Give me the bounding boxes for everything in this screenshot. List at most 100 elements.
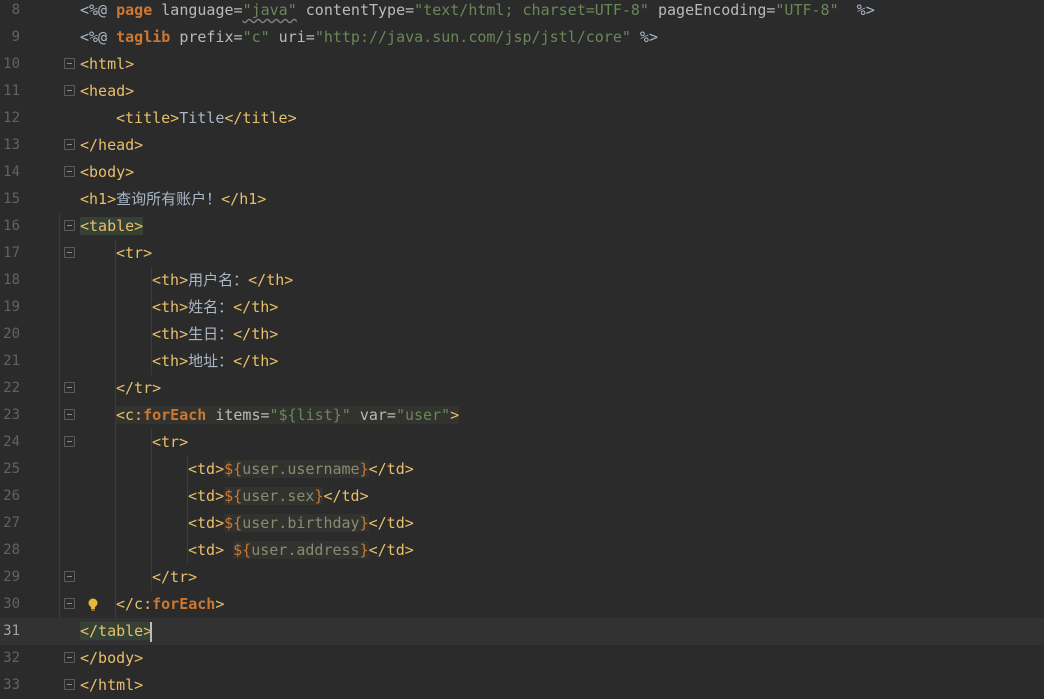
lightbulb-icon[interactable] [86, 597, 100, 612]
code-content[interactable]: <title>Title</title> [116, 105, 297, 132]
code-token: 姓名： [188, 298, 234, 316]
fold-toggle-icon[interactable] [64, 247, 75, 258]
fold-toggle-icon[interactable] [64, 382, 75, 393]
code-token: </c: [116, 595, 153, 613]
code-line[interactable]: 25 <td>${user.username}</td> [0, 456, 1044, 483]
code-token: </tr> [152, 568, 198, 586]
code-content[interactable]: </tr> [116, 375, 161, 402]
code-content[interactable]: <th>地址：</th> [152, 348, 278, 375]
code-content[interactable]: </tr> [152, 564, 197, 591]
code-content[interactable]: <td>${user.sex}</td> [188, 483, 369, 510]
code-token: </th> [233, 298, 279, 316]
code-content[interactable]: <th>用户名：</th> [152, 267, 293, 294]
code-line[interactable]: 31 </table> [0, 618, 1044, 645]
code-line[interactable]: 10 <html> [0, 51, 1044, 78]
line-number: 12 [3, 110, 20, 126]
code-line[interactable]: 15 <h1>查询所有账户！</h1> [0, 186, 1044, 213]
code-token: ${ [233, 541, 252, 559]
code-token: <th> [152, 325, 189, 343]
code-content[interactable]: <body> [80, 159, 134, 186]
code-token: taglib [116, 28, 180, 46]
code-line[interactable]: 13 </head> [0, 132, 1044, 159]
code-line[interactable]: 29 </tr> [0, 564, 1044, 591]
code-token: %> [838, 1, 875, 19]
fold-toggle-icon[interactable] [64, 652, 75, 663]
code-content[interactable]: <th>姓名：</th> [152, 294, 278, 321]
code-line[interactable]: 14 <body> [0, 159, 1044, 186]
code-token: </td> [323, 487, 369, 505]
line-number: 22 [3, 380, 20, 396]
code-content[interactable]: <head> [80, 78, 134, 105]
code-line[interactable]: 23 <c:forEach items="${list}" var="user"> [0, 402, 1044, 429]
code-token: <tr> [152, 433, 189, 451]
code-token: } [359, 514, 369, 532]
fold-toggle-icon[interactable] [64, 85, 75, 96]
code-line[interactable]: 16 <table> [0, 213, 1044, 240]
code-token: "UTF-8" [775, 1, 839, 19]
code-content[interactable]: <table> [80, 213, 144, 240]
code-content[interactable]: </c:forEach> [116, 591, 224, 618]
code-token: <table> [80, 217, 144, 235]
fold-toggle-icon[interactable] [64, 409, 75, 420]
code-line[interactable]: 11 <head> [0, 78, 1044, 105]
code-line[interactable]: 21 <th>地址：</th> [0, 348, 1044, 375]
code-content[interactable]: <h1>查询所有账户！</h1> [80, 186, 266, 213]
code-content[interactable]: </body> [80, 645, 143, 672]
line-number: 31 [3, 623, 20, 639]
code-content[interactable]: </html> [80, 672, 143, 699]
code-content[interactable]: <%@ page language="java" contentType="te… [80, 0, 875, 24]
code-token: contentType= [296, 1, 415, 19]
code-content[interactable]: <c:forEach items="${list}" var="user"> [116, 402, 460, 429]
fold-toggle-icon[interactable] [64, 436, 75, 447]
line-number: 16 [3, 218, 20, 234]
code-token: </html> [80, 676, 144, 694]
fold-toggle-icon[interactable] [64, 598, 75, 609]
code-token: <head> [80, 82, 135, 100]
line-number: 11 [3, 83, 20, 99]
code-line[interactable]: 19 <th>姓名：</th> [0, 294, 1044, 321]
code-content[interactable]: <tr> [116, 240, 152, 267]
fold-toggle-icon[interactable] [64, 58, 75, 69]
code-line[interactable]: 22 </tr> [0, 375, 1044, 402]
code-line[interactable]: 24 <tr> [0, 429, 1044, 456]
code-token: "java" [242, 1, 297, 19]
code-content[interactable]: <td>${user.birthday}</td> [188, 510, 414, 537]
fold-toggle-icon[interactable] [64, 139, 75, 150]
code-content[interactable]: <html> [80, 51, 134, 78]
code-line[interactable]: 28 <td> ${user.address}</td> [0, 537, 1044, 564]
code-content[interactable]: <td>${user.username}</td> [188, 456, 414, 483]
fold-toggle-icon[interactable] [64, 220, 75, 231]
code-line[interactable]: 17 <tr> [0, 240, 1044, 267]
code-token: pageEncoding= [648, 1, 776, 19]
code-token: </head> [80, 136, 144, 154]
code-content[interactable]: </table> [80, 618, 153, 645]
code-content[interactable]: </head> [80, 132, 143, 159]
code-token: Title [179, 109, 225, 127]
code-editor[interactable]: 8 <%@ page language="java" contentType="t… [0, 0, 1044, 696]
code-content[interactable]: <th>生日：</th> [152, 321, 278, 348]
code-content[interactable]: <%@ taglib prefix="c" uri="http://java.s… [80, 24, 658, 51]
code-line[interactable]: 9 <%@ taglib prefix="c" uri="http://java.… [0, 24, 1044, 51]
code-token: user.birthday [242, 514, 360, 532]
code-token: <c: [116, 406, 144, 424]
fold-toggle-icon[interactable] [64, 571, 75, 582]
code-token: <body> [80, 163, 135, 181]
code-line[interactable]: 32 </body> [0, 645, 1044, 672]
code-token: 查询所有账户！ [116, 190, 222, 208]
code-line[interactable]: 30 </c:forEach> [0, 591, 1044, 618]
code-token: <%@ [80, 28, 117, 46]
code-line[interactable]: 27 <td>${user.birthday}</td> [0, 510, 1044, 537]
code-line[interactable]: 8 <%@ page language="java" contentType="t… [0, 0, 1044, 24]
code-token: var= [350, 406, 396, 424]
fold-toggle-icon[interactable] [64, 679, 75, 690]
code-line[interactable]: 18 <th>用户名：</th> [0, 267, 1044, 294]
code-content[interactable]: <tr> [152, 429, 188, 456]
code-line[interactable]: 20 <th>生日：</th> [0, 321, 1044, 348]
code-line[interactable]: 26 <td>${user.sex}</td> [0, 483, 1044, 510]
code-line[interactable]: 33 </html> [0, 672, 1044, 699]
fold-toggle-icon[interactable] [64, 166, 75, 177]
code-line[interactable]: 12 <title>Title</title> [0, 105, 1044, 132]
line-number: 29 [3, 569, 20, 585]
code-content[interactable]: <td> ${user.address}</td> [188, 537, 414, 564]
